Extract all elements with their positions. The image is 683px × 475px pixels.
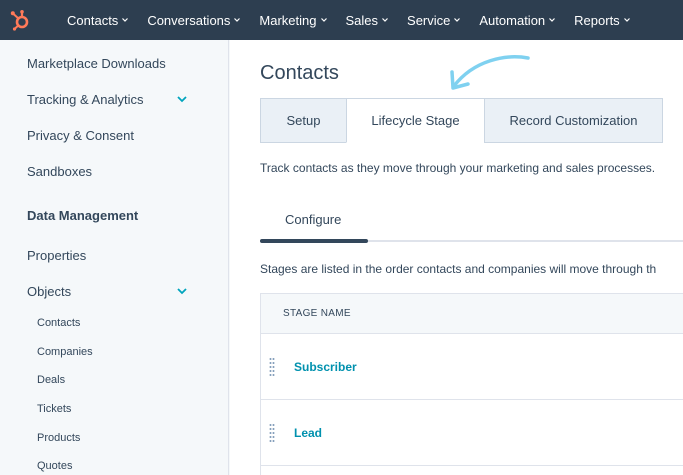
nav-sales[interactable]: Sales <box>346 13 390 28</box>
drag-handle-icon[interactable] <box>269 423 275 443</box>
chevron-down-icon <box>623 18 630 22</box>
nav-reports-label: Reports <box>574 12 620 28</box>
settings-sidebar: Marketplace Downloads Tracking & Analyti… <box>0 40 229 475</box>
sidebar-subitem-companies[interactable]: Companies <box>37 346 93 358</box>
nav-automation-label: Automation <box>479 12 546 28</box>
table-row: Lead <box>261 400 683 466</box>
tab-description: Track contacts as they move through your… <box>260 161 656 175</box>
drag-handle-icon[interactable] <box>269 357 275 377</box>
sidebar-subitem-tickets[interactable]: Tickets <box>37 403 71 415</box>
column-header-stage-name: STAGE NAME <box>283 308 351 319</box>
sidebar-item-marketplace-downloads[interactable]: Marketplace Downloads <box>27 56 166 71</box>
pointer-arrow-icon <box>450 55 530 90</box>
settings-tabs: Setup Lifecycle Stage Record Customizati… <box>260 98 663 143</box>
sidebar-section-heading: Data Management <box>27 208 139 223</box>
chevron-down-icon[interactable] <box>176 285 188 297</box>
stage-name-link[interactable]: Subscriber <box>294 360 357 374</box>
top-navigation-bar: Contacts Conversations Marketing Sales S… <box>0 0 683 40</box>
nav-conversations[interactable]: Conversations <box>147 13 241 28</box>
chevron-down-icon <box>234 18 241 22</box>
sidebar-subitem-products[interactable]: Products <box>37 432 80 444</box>
subtab-configure[interactable]: Configure <box>285 212 341 227</box>
nav-marketing-label: Marketing <box>259 12 317 28</box>
nav-marketing[interactable]: Marketing <box>259 13 327 28</box>
nav-service-label: Service <box>407 12 451 28</box>
tab-lifecycle-stage[interactable]: Lifecycle Stage <box>346 98 484 143</box>
stages-description: Stages are listed in the order contacts … <box>260 262 657 276</box>
hubspot-logo-icon[interactable] <box>0 0 40 40</box>
table-row: Subscriber <box>261 334 683 400</box>
chevron-down-icon <box>382 18 388 22</box>
page-title: Contacts <box>260 62 339 84</box>
sidebar-item-objects[interactable]: Objects <box>27 284 71 299</box>
sidebar-subitem-contacts[interactable]: Contacts <box>37 317 80 329</box>
nav-contacts[interactable]: Contacts <box>67 13 129 28</box>
subtab-active-indicator <box>260 239 368 243</box>
nav-conversations-label: Conversations <box>147 12 231 28</box>
nav-sales-label: Sales <box>345 12 379 28</box>
chevron-down-icon[interactable] <box>176 93 188 105</box>
main-content: Contacts Setup Lifecycle Stage Record Cu… <box>230 40 683 475</box>
table-header: STAGE NAME <box>261 294 683 334</box>
chevron-down-icon <box>549 18 556 22</box>
sidebar-subitem-quotes[interactable]: Quotes <box>37 460 72 472</box>
nav-automation[interactable]: Automation <box>479 13 556 28</box>
sidebar-item-tracking-analytics[interactable]: Tracking & Analytics <box>27 92 144 107</box>
sidebar-item-properties[interactable]: Properties <box>27 248 86 263</box>
chevron-down-icon <box>320 18 327 22</box>
sidebar-subitem-deals[interactable]: Deals <box>37 374 65 386</box>
tab-record-customization[interactable]: Record Customization <box>484 98 663 143</box>
stage-name-link[interactable]: Lead <box>294 426 322 440</box>
chevron-down-icon <box>454 18 461 22</box>
sidebar-item-privacy-consent[interactable]: Privacy & Consent <box>27 128 134 143</box>
nav-reports[interactable]: Reports <box>574 13 631 28</box>
nav-service[interactable]: Service <box>407 13 461 28</box>
chevron-down-icon <box>122 18 129 22</box>
sidebar-item-sandboxes[interactable]: Sandboxes <box>27 164 92 179</box>
nav-contacts-label: Contacts <box>67 12 119 28</box>
lifecycle-stages-table: STAGE NAME Subscriber Lead <box>260 293 683 475</box>
tab-setup[interactable]: Setup <box>260 98 346 143</box>
